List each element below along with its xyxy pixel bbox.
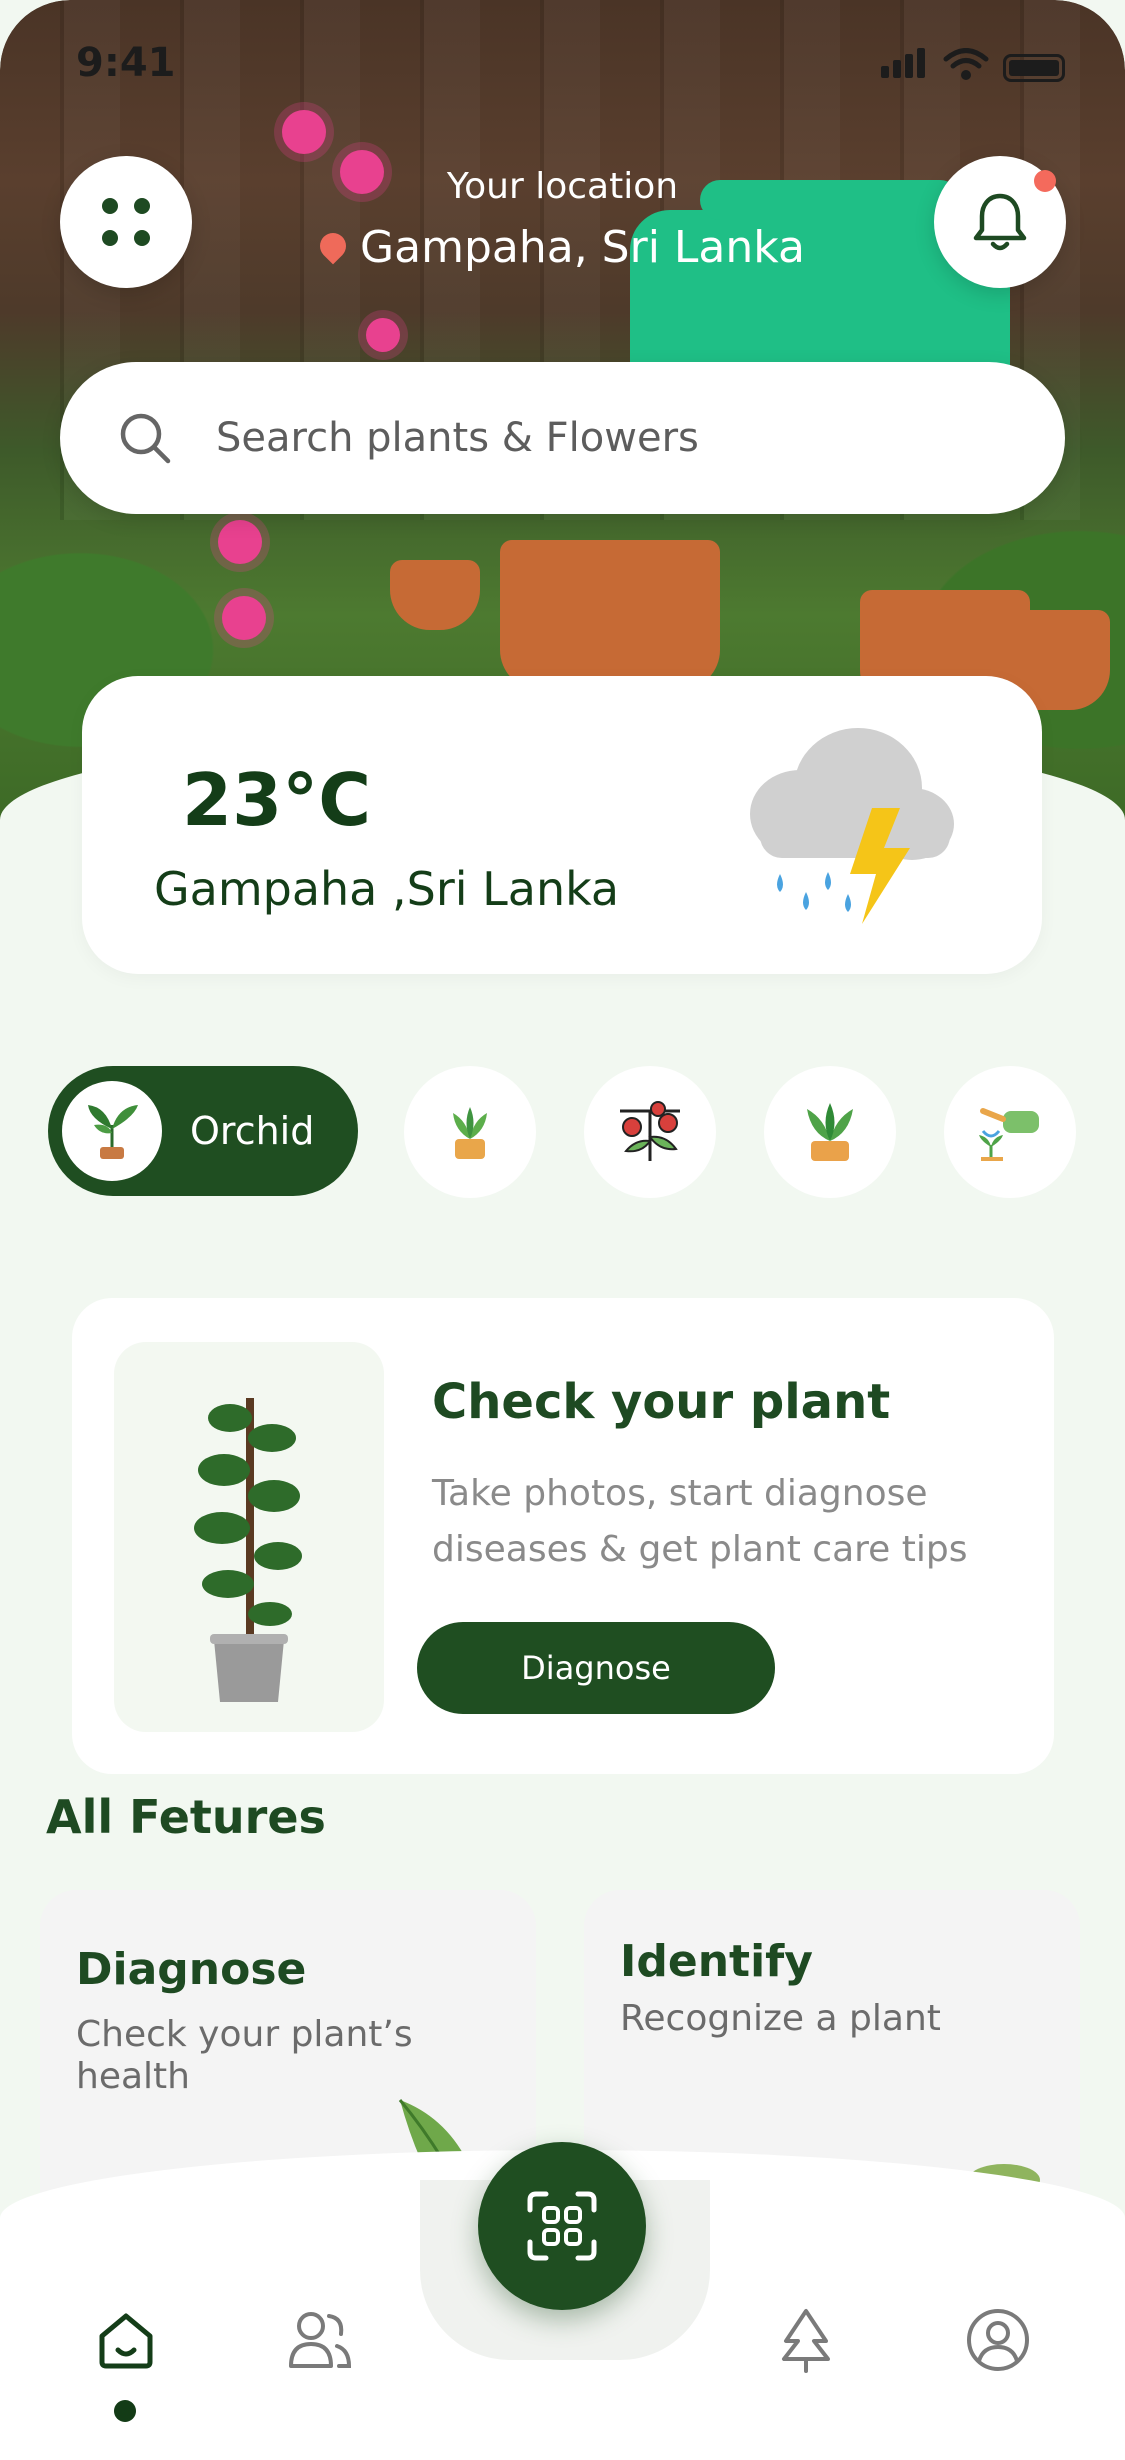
notification-badge — [1034, 170, 1056, 192]
weather-location: Gampaha ,Sri Lanka — [154, 862, 620, 916]
nav-community[interactable] — [280, 2300, 360, 2380]
location-value: Gampaha, Sri Lanka — [360, 222, 805, 273]
weather-card: 23°C Gampaha ,Sri Lanka — [82, 676, 1042, 974]
feature-title: Identify — [620, 1936, 813, 1987]
signal-icon — [881, 48, 929, 82]
category-label: Orchid — [190, 1109, 315, 1153]
feature-subtitle: Check your plant’s health — [76, 2014, 413, 2097]
status-icons — [881, 48, 1065, 82]
check-plant-card: Check your plant Take photos, start diag… — [72, 1298, 1054, 1774]
orchid-plant-icon — [88, 1105, 138, 1159]
monstera-plant-image — [194, 1398, 302, 1702]
aloe-pot-icon — [807, 1103, 853, 1161]
category-tomato[interactable] — [584, 1066, 716, 1198]
search-icon — [120, 413, 171, 464]
nav-profile[interactable] — [958, 2300, 1038, 2380]
nav-home[interactable] — [86, 2300, 166, 2380]
feature-subtitle: Recognize a plant — [620, 1998, 941, 2039]
search-input[interactable] — [216, 415, 976, 461]
nav-active-indicator — [114, 2400, 136, 2422]
tree-icon — [782, 2309, 830, 2373]
status-time: 9:41 — [76, 40, 176, 86]
feature-title: Diagnose — [76, 1944, 307, 1995]
category-watering[interactable] — [944, 1066, 1076, 1198]
tomato-plant-icon — [620, 1101, 680, 1161]
battery-icon — [1003, 54, 1065, 82]
category-aloe[interactable] — [764, 1066, 896, 1198]
community-icon — [289, 2312, 352, 2368]
temperature: 23°C — [182, 758, 372, 842]
plant-image — [114, 1342, 384, 1732]
scan-button[interactable] — [478, 2142, 646, 2310]
search-bar[interactable] — [60, 362, 1065, 514]
check-plant-title: Check your plant — [432, 1374, 891, 1430]
nav-plants[interactable] — [766, 2300, 846, 2380]
wifi-icon — [943, 48, 989, 80]
succulent-pot-icon — [453, 1107, 487, 1159]
watering-can-icon — [979, 1108, 1039, 1161]
notification-button[interactable] — [934, 156, 1066, 288]
category-succulent[interactable] — [404, 1066, 536, 1198]
scan-icon — [527, 2191, 597, 2261]
bell-icon — [973, 193, 1027, 251]
category-chip-orchid[interactable]: Orchid — [48, 1066, 358, 1196]
location-pin-icon — [314, 227, 352, 265]
diagnose-button[interactable]: Diagnose — [417, 1622, 775, 1714]
profile-icon — [967, 2309, 1029, 2371]
thunderstorm-rain-icon — [750, 728, 954, 924]
app-screen: 9:41 Your location Gampaha, Sri Lanka Se… — [0, 0, 1125, 2460]
home-icon — [99, 2313, 153, 2369]
features-section-title: All Fetures — [46, 1790, 326, 1844]
check-plant-description: Take photos, start diagnose diseases & g… — [432, 1473, 968, 1570]
